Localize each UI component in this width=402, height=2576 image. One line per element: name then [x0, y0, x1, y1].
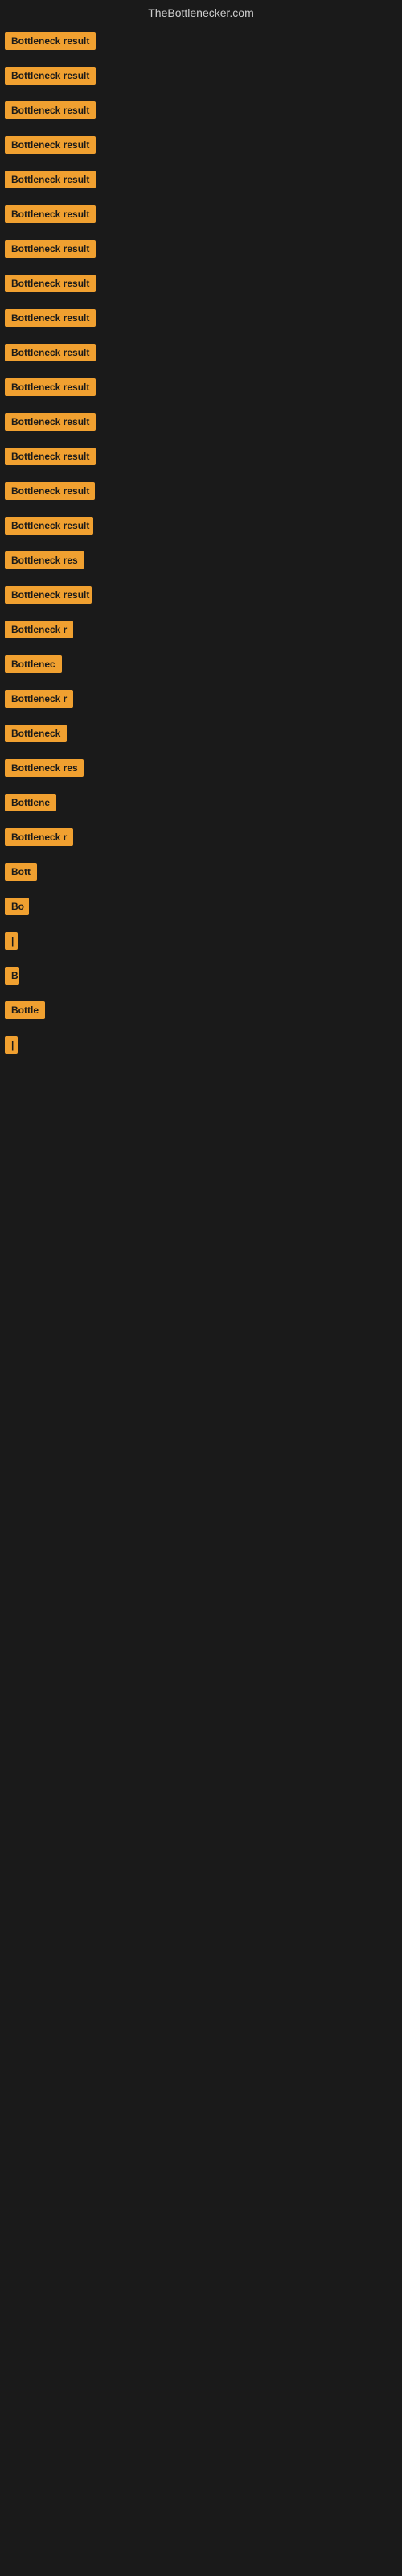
list-item: Bottleneck result [3, 202, 399, 230]
list-item: Bottleneck r [3, 617, 399, 646]
bottleneck-badge[interactable]: Bottleneck result [5, 205, 96, 223]
bottleneck-badge[interactable]: Bottleneck result [5, 378, 96, 396]
bottleneck-badge[interactable]: Bottleneck result [5, 171, 96, 188]
bottleneck-badge[interactable]: Bottleneck res [5, 759, 84, 777]
list-item: Bottlenec [3, 652, 399, 680]
bottleneck-badge[interactable]: Bottleneck r [5, 621, 73, 638]
site-title: TheBottlenecker.com [0, 0, 402, 26]
list-item: Bottleneck result [3, 29, 399, 57]
list-item: Bott [3, 860, 399, 888]
list-item: Bottleneck [3, 721, 399, 749]
bottleneck-badge[interactable]: Bottleneck [5, 724, 67, 742]
bottleneck-badge[interactable]: Bottleneck result [5, 517, 93, 535]
list-item: Bottleneck result [3, 167, 399, 196]
list-item: | [3, 929, 399, 957]
bottleneck-badge[interactable]: Bottlenec [5, 655, 62, 673]
bottleneck-badge[interactable]: Bottleneck result [5, 586, 92, 604]
bottleneck-badge[interactable]: Bottleneck res [5, 551, 84, 569]
list-item: Bottleneck r [3, 825, 399, 853]
list-item: Bottleneck result [3, 237, 399, 265]
list-item: Bottleneck result [3, 479, 399, 507]
bottleneck-badge[interactable]: Bottlene [5, 794, 56, 811]
bottleneck-badge[interactable]: Bottleneck result [5, 275, 96, 292]
bottleneck-badge[interactable]: Bottleneck result [5, 482, 95, 500]
bottleneck-badge[interactable]: Bottleneck result [5, 413, 96, 431]
bottleneck-badge[interactable]: Bottleneck result [5, 101, 96, 119]
list-item: Bottleneck result [3, 133, 399, 161]
bottleneck-badge[interactable]: | [5, 932, 18, 950]
list-item: Bottleneck result [3, 306, 399, 334]
list-item: Bottleneck result [3, 583, 399, 611]
items-container: Bottleneck result Bottleneck result Bottle… [0, 26, 402, 1071]
bottleneck-badge[interactable]: Bottleneck result [5, 67, 96, 85]
list-item: Bottleneck result [3, 410, 399, 438]
list-item: Bottleneck res [3, 548, 399, 576]
bottleneck-badge[interactable]: | [5, 1036, 18, 1054]
list-item: Bottle [3, 998, 399, 1026]
bottleneck-badge[interactable]: Bottle [5, 1001, 45, 1019]
list-item: Bottlene [3, 791, 399, 819]
bottleneck-badge[interactable]: Bo [5, 898, 29, 915]
bottleneck-badge[interactable]: Bottleneck result [5, 136, 96, 154]
bottleneck-badge[interactable]: Bottleneck r [5, 690, 73, 708]
bottleneck-badge[interactable]: Bottleneck result [5, 309, 96, 327]
list-item: Bottleneck result [3, 98, 399, 126]
list-item: | [3, 1033, 399, 1061]
list-item: B [3, 964, 399, 992]
bottleneck-badge[interactable]: Bott [5, 863, 37, 881]
bottleneck-badge[interactable]: Bottleneck result [5, 240, 96, 258]
list-item: Bottleneck result [3, 444, 399, 473]
list-item: Bottleneck result [3, 341, 399, 369]
bottleneck-badge[interactable]: Bottleneck r [5, 828, 73, 846]
list-item: Bottleneck result [3, 271, 399, 299]
list-item: Bo [3, 894, 399, 923]
list-item: Bottleneck result [3, 375, 399, 403]
list-item: Bottleneck res [3, 756, 399, 784]
bottleneck-badge[interactable]: Bottleneck result [5, 448, 96, 465]
list-item: Bottleneck result [3, 64, 399, 92]
bottleneck-badge[interactable]: Bottleneck result [5, 344, 96, 361]
list-item: Bottleneck result [3, 514, 399, 542]
bottleneck-badge[interactable]: B [5, 967, 19, 985]
list-item: Bottleneck r [3, 687, 399, 715]
bottleneck-badge[interactable]: Bottleneck result [5, 32, 96, 50]
